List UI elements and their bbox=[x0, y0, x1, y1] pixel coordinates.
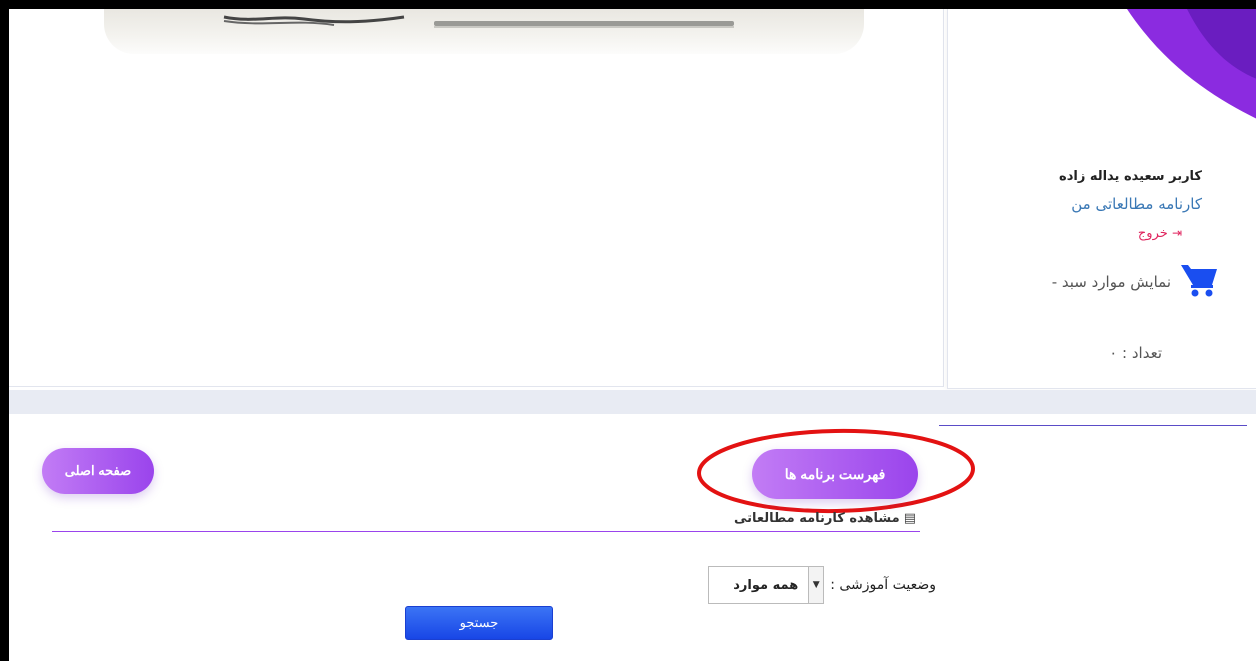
home-button[interactable]: صفحه اصلی bbox=[42, 448, 154, 494]
section-divider-band bbox=[9, 390, 1256, 414]
cart-link[interactable]: نمایش موارد سبد - bbox=[1052, 262, 1219, 302]
right-divider-line bbox=[939, 425, 1247, 426]
logout-icon: ⇥ bbox=[1171, 226, 1182, 240]
status-filter: وضعیت آموزشی : همه موارد ▼ bbox=[708, 566, 936, 604]
page-viewport: کاربر سعیده یداله زاده کارنامه مطالعاتی … bbox=[9, 9, 1256, 661]
chevron-down-icon[interactable]: ▼ bbox=[808, 567, 824, 603]
status-selected-value: همه موارد bbox=[733, 577, 799, 593]
cart-count: تعداد : ۰ bbox=[1109, 344, 1162, 362]
hero-image bbox=[104, 9, 864, 54]
logout-label: خروج bbox=[1137, 226, 1168, 241]
cart-label: نمایش موارد سبد - bbox=[1051, 273, 1171, 291]
decorative-wave bbox=[1127, 9, 1256, 119]
report-icon: ▤ bbox=[903, 511, 916, 526]
content-card bbox=[9, 9, 944, 387]
status-label: وضعیت آموزشی : bbox=[830, 577, 936, 593]
logout-link[interactable]: ⇥ خروج bbox=[1138, 226, 1182, 241]
user-name: کاربر سعیده یداله زاده bbox=[1059, 169, 1202, 184]
status-select[interactable]: همه موارد ▼ bbox=[708, 566, 825, 604]
purple-divider bbox=[52, 531, 920, 532]
report-heading: ▤ مشاهده کارنامه مطالعاتی bbox=[734, 511, 916, 526]
user-panel: کاربر سعیده یداله زاده کارنامه مطالعاتی … bbox=[947, 9, 1256, 389]
search-button[interactable]: جستجو bbox=[405, 606, 553, 640]
cart-icon bbox=[1179, 261, 1219, 303]
programs-list-button[interactable]: فهرست برنامه ها bbox=[752, 449, 918, 499]
study-report-link[interactable]: کارنامه مطالعاتی من bbox=[1071, 195, 1202, 213]
report-heading-text: مشاهده کارنامه مطالعاتی bbox=[733, 511, 900, 526]
